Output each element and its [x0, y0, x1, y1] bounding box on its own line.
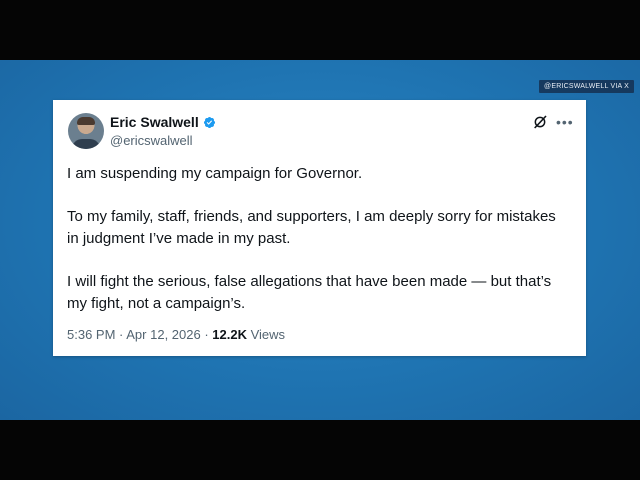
meta-separator: · [200, 327, 213, 342]
source-credit: @ERICSWALWELL VIA X [539, 80, 634, 93]
views-count: 12.2K [212, 327, 247, 342]
tweet-paragraph: To my family, staff, friends, and suppor… [67, 208, 556, 247]
tweet-card: Eric Swalwell @ericswalwell ••• I am sus… [53, 100, 586, 356]
letterbox-top [0, 0, 640, 60]
tweet-paragraph: I am suspending my campaign for Governor… [67, 165, 363, 182]
tweet-body: I am suspending my campaign for Governor… [67, 163, 567, 336]
more-icon[interactable]: ••• [556, 115, 574, 129]
avatar[interactable] [68, 113, 104, 149]
author-handle[interactable]: @ericswalwell [110, 133, 193, 148]
verified-badge-icon [203, 116, 215, 128]
grok-icon[interactable] [532, 114, 548, 130]
meta-separator: · [115, 327, 127, 342]
tweet-meta: 5:36 PM · Apr 12, 2026 · 12.2K Views [67, 327, 285, 342]
author-name-row: Eric Swalwell [110, 114, 216, 130]
tweet-time[interactable]: 5:36 PM [67, 327, 115, 342]
tweet-date[interactable]: Apr 12, 2026 [126, 327, 200, 342]
author-name[interactable]: Eric Swalwell [110, 114, 199, 130]
letterbox-bottom [0, 420, 640, 480]
tweet-paragraph: I will fight the serious, false allegati… [67, 273, 552, 312]
views-label: Views [246, 327, 286, 342]
